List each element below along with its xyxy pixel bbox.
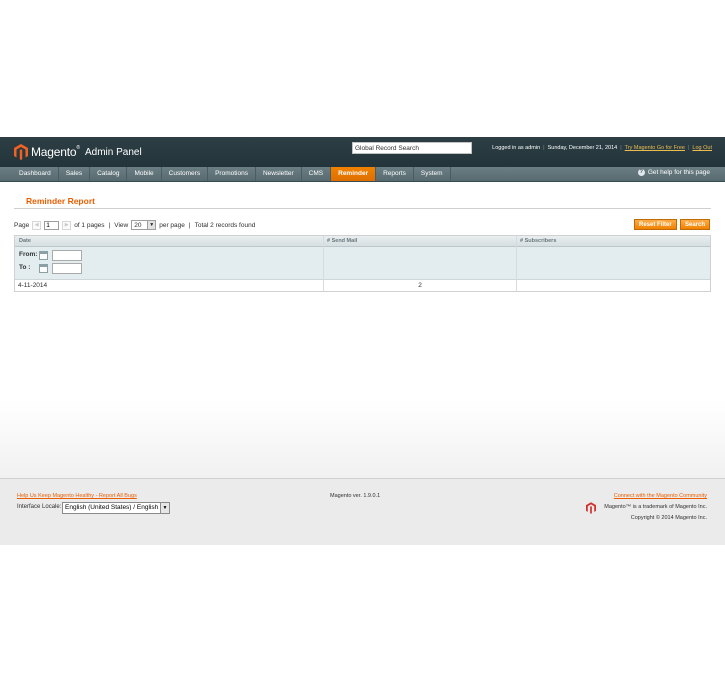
column-header-send-mail[interactable]: # Send Mail [327, 236, 357, 246]
help-icon: ? [637, 169, 645, 176]
magento-logo-icon [14, 144, 28, 160]
logo-wordmark: Magento [31, 145, 77, 159]
separator: | [108, 221, 111, 229]
cell-send-mail: 2 [418, 282, 422, 289]
header-date: Sunday, December 21, 2014 [547, 145, 618, 151]
separator: | [620, 145, 622, 151]
cell-date: 4-11-2014 [18, 282, 48, 289]
pager: Page ◀ ▶ of 1 pages | View 20 ▼ per page… [14, 220, 255, 230]
locale-value: English (United States) / English [65, 504, 159, 511]
nav-item-reminder[interactable]: Reminder [331, 167, 377, 181]
view-label: View [114, 221, 129, 229]
logout-link[interactable]: Log Out [692, 145, 712, 151]
nav-item-promotions[interactable]: Promotions [208, 167, 256, 181]
search-button[interactable]: Search [680, 219, 711, 230]
magento-logo-icon [586, 502, 596, 514]
interface-locale-select[interactable]: English (United States) / English ▼ [62, 502, 170, 514]
nav-item-catalog[interactable]: Catalog [90, 167, 128, 181]
column-divider [323, 236, 324, 291]
nav-item-customers[interactable]: Customers [162, 167, 209, 181]
chevron-down-icon: ▼ [160, 503, 169, 513]
main-navigation: Dashboard Sales Catalog Mobile Customers… [0, 167, 725, 182]
nav-item-reports[interactable]: Reports [376, 167, 414, 181]
magento-version: Magento ver. 1.9.0.1 [330, 493, 381, 499]
page-number-input[interactable] [44, 220, 60, 230]
reset-filter-button[interactable]: Reset Filter [634, 219, 677, 230]
header-links: Logged in as admin | Sunday, December 21, … [492, 145, 712, 151]
title-divider [14, 208, 711, 209]
separator: | [188, 221, 191, 229]
date-to-input[interactable] [52, 263, 82, 274]
report-grid: Date # Send Mail # Subscribers From: To … [14, 235, 711, 292]
calendar-icon[interactable] [39, 264, 48, 273]
global-search-input[interactable] [352, 142, 472, 154]
column-divider [516, 236, 517, 291]
arrow-right-icon[interactable]: ▶ [62, 220, 72, 230]
copyright-text: Copyright © 2014 Magento Inc. [630, 515, 707, 521]
nav-item-sales[interactable]: Sales [59, 167, 91, 181]
per-page-label: per page [159, 221, 185, 229]
per-page-select[interactable]: 20 ▼ [131, 220, 157, 230]
community-link[interactable]: Connect with the Magento Community [614, 493, 707, 499]
from-label: From: [19, 251, 38, 258]
try-magento-go-link[interactable]: Try Magento Go for Free [625, 145, 685, 151]
footer-fade [0, 400, 725, 478]
trademark-text: Magento™ is a trademark of Magento Inc. [604, 504, 707, 510]
nav-menu: Dashboard Sales Catalog Mobile Customers… [12, 167, 451, 181]
separator: | [687, 145, 690, 151]
locale-label: Interface Locale: [17, 504, 62, 510]
help-link[interactable]: ? Get help for this page [637, 169, 710, 176]
nav-item-newsletter[interactable]: Newsletter [256, 167, 302, 181]
chevron-down-icon: ▼ [147, 221, 156, 229]
arrow-left-icon[interactable]: ◀ [32, 220, 42, 230]
calendar-icon[interactable] [39, 251, 48, 260]
nav-item-mobile[interactable]: Mobile [127, 167, 162, 181]
nav-item-system[interactable]: System [414, 167, 451, 181]
nav-item-cms[interactable]: CMS [302, 167, 332, 181]
nav-item-dashboard[interactable]: Dashboard [12, 167, 59, 181]
logo-trademark: ® [76, 145, 80, 151]
report-bugs-link[interactable]: Help Us Keep Magento Healthy - Report Al… [17, 493, 137, 499]
separator: | [543, 145, 545, 151]
magento-logo[interactable]: Magento ® Admin Panel [14, 143, 142, 161]
to-label: To : [19, 264, 31, 271]
of-pages-text: of 1 pages [74, 221, 105, 229]
table-row: 4-11-2014 2 [15, 280, 710, 291]
panel-label: Admin Panel [85, 146, 142, 158]
help-text: Get help for this page [647, 169, 710, 176]
grid-header-row: Date # Send Mail # Subscribers [15, 236, 710, 247]
logged-in-text: Logged in as admin [492, 145, 541, 151]
column-header-subscribers[interactable]: # Subscribers [520, 236, 556, 246]
date-from-input[interactable] [52, 250, 82, 261]
page-title: Reminder Report [26, 196, 95, 206]
page-label: Page [14, 221, 30, 229]
total-records: Total 2 records found [194, 221, 256, 229]
column-header-date[interactable]: Date [19, 236, 31, 246]
grid-filter-row: From: To : [15, 247, 710, 280]
per-page-value: 20 [134, 221, 142, 229]
